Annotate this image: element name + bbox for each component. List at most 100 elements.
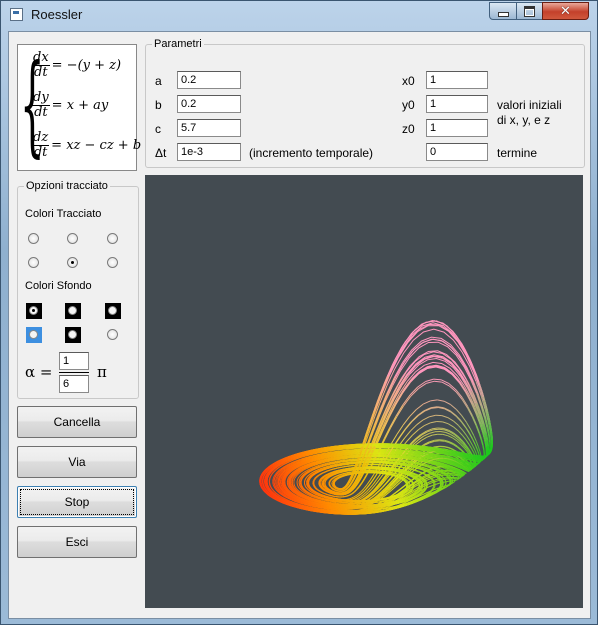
trajectory-segment: [452, 426, 459, 432]
trajectory-segment: [428, 482, 433, 485]
trajectory-segment: [407, 480, 409, 482]
background-radio: [68, 330, 77, 339]
trajectory-segment: [295, 487, 297, 489]
param-b-input[interactable]: [177, 95, 241, 113]
background-swatch-1[interactable]: [26, 303, 42, 319]
background-radio: [68, 306, 77, 315]
trajectory-segment: [294, 477, 296, 480]
param-dt-label: Δt: [155, 146, 167, 160]
trace-color-radio-6[interactable]: [107, 257, 118, 268]
trajectory-segment: [435, 483, 439, 485]
background-swatch-4[interactable]: [26, 327, 42, 343]
equation-y: dy dt = x + ay: [32, 91, 108, 120]
trajectory-segment: [331, 481, 334, 483]
trajectory-segment: [465, 439, 470, 445]
equation-x: dx dt = −(y + z): [32, 51, 121, 80]
attractor-canvas[interactable]: [145, 175, 583, 608]
param-b-label: b: [155, 98, 162, 112]
param-y0-input[interactable]: [426, 95, 488, 113]
trajectory-segment: [296, 474, 298, 477]
trace-color-radio-2[interactable]: [67, 233, 78, 244]
trace-colors-label: Colori Tracciato: [25, 208, 102, 220]
param-z0-label: z0: [402, 122, 415, 136]
trajectory-segment: [445, 431, 451, 435]
close-button[interactable]: ✕: [542, 2, 589, 20]
equations-panel: { dx dt = −(y + z) dy dt = x + ay dz dt = x…: [17, 44, 141, 171]
trajectory-segment: [334, 478, 336, 480]
trace-color-radio-4[interactable]: [28, 257, 39, 268]
trajectory-segment: [426, 478, 431, 481]
background-radio: [29, 330, 38, 339]
trajectory-segment: [405, 479, 407, 481]
background-radio: [108, 306, 117, 315]
trajectory-segment: [431, 427, 438, 430]
trajectory-segment: [331, 483, 334, 487]
trajectory-segment: [406, 479, 408, 481]
equation-rhs: = xz − cz + b: [51, 138, 142, 153]
end-time-input[interactable]: [426, 143, 488, 161]
trajectory-segment: [406, 434, 413, 442]
background-swatch-3[interactable]: [105, 303, 121, 319]
background-swatch-2[interactable]: [65, 303, 81, 319]
alpha-denominator-input[interactable]: [59, 375, 89, 393]
trajectory-segment: [424, 422, 431, 426]
trajectory-segment: [406, 480, 409, 482]
alpha-label: α =: [25, 363, 53, 381]
param-z0-input[interactable]: [426, 119, 488, 137]
app-window: Roessler ✕ { dx dt = −(y + z) dy dt = x + …: [0, 0, 598, 625]
app-icon[interactable]: [10, 8, 23, 21]
trajectory-segment: [442, 421, 449, 425]
trajectory-segment: [434, 440, 440, 442]
trajectory-segment: [276, 477, 279, 479]
title-bar[interactable]: Roessler ✕: [1, 1, 597, 29]
param-x0-label: x0: [402, 74, 415, 88]
exit-button[interactable]: Esci: [17, 526, 137, 558]
trajectory-segment: [298, 471, 301, 474]
end-time-label: termine: [497, 146, 538, 160]
trajectory-segment: [429, 484, 433, 488]
alpha-numerator-input[interactable]: [59, 352, 89, 370]
trajectory-segment: [295, 475, 297, 478]
equation-denominator: dt: [34, 65, 48, 80]
initial-values-note: valori iniziali: [497, 98, 562, 112]
equation-numerator: dz: [32, 130, 50, 146]
background-swatch-5[interactable]: [65, 327, 81, 343]
trajectory-segment: [429, 431, 436, 434]
equation-rhs: = −(y + z): [51, 58, 122, 73]
trajectory-segment: [461, 434, 467, 441]
trajectory-segment: [418, 424, 425, 431]
trajectory-segment: [430, 421, 437, 424]
trace-color-radio-1[interactable]: [28, 233, 39, 244]
equation-z: dz dt = xz − cz + b: [32, 131, 141, 160]
client-area: { dx dt = −(y + z) dy dt = x + ay dz dt = x…: [8, 31, 591, 619]
minimize-icon: [497, 12, 509, 17]
background-colors-label: Colori Sfondo: [25, 280, 92, 292]
trace-color-radio-3[interactable]: [107, 233, 118, 244]
equation-rhs: = x + ay: [51, 98, 109, 113]
go-button[interactable]: Via: [17, 446, 137, 478]
equation-denominator: dt: [33, 145, 48, 160]
trajectory-segment: [404, 478, 407, 480]
trajectory-segment: [277, 474, 280, 477]
roessler-attractor-plot: [259, 319, 493, 515]
trajectory-segment: [440, 431, 446, 433]
param-y0-label: y0: [402, 98, 415, 112]
maximize-button[interactable]: [516, 2, 543, 20]
plot-options-legend: Opzioni tracciato: [26, 180, 108, 192]
trajectory-segment: [277, 475, 279, 478]
param-c-input[interactable]: [177, 119, 241, 137]
param-a-input[interactable]: [177, 71, 241, 89]
param-dt-input[interactable]: [177, 143, 241, 161]
clear-button[interactable]: Cancella: [17, 406, 137, 438]
background-swatch-6[interactable]: [107, 329, 118, 340]
stop-button[interactable]: Stop: [17, 486, 137, 518]
pi-label: π: [97, 363, 107, 381]
trajectory-segment: [412, 429, 419, 436]
trajectory-segment: [295, 487, 298, 490]
minimize-button[interactable]: [489, 2, 517, 20]
trace-color-radio-5[interactable]: [67, 257, 78, 268]
trajectory-segment: [434, 480, 439, 483]
trajectory-segment: [294, 476, 297, 479]
param-x0-input[interactable]: [426, 71, 488, 89]
trajectory-segment: [296, 488, 299, 491]
